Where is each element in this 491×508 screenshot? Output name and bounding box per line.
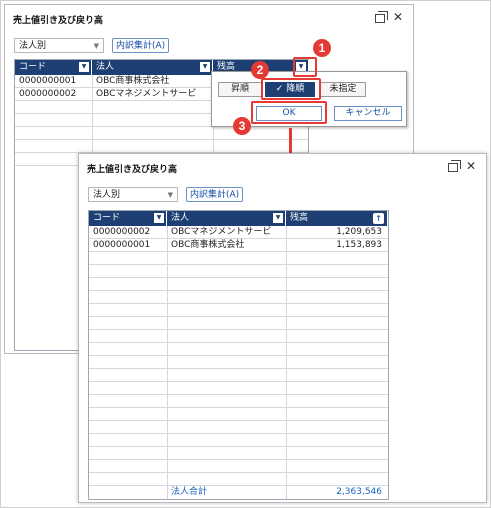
front-panel: 売上値引き及び戻り高 ✕ 法人別 ▼ 内訳集計(A) コード ▼ 法人 ▼ 残高… [78, 153, 487, 503]
breakdown-button[interactable]: 内訳集計(A) [112, 38, 170, 53]
column-header-code[interactable]: コード ▼ [15, 60, 92, 75]
table-row [89, 356, 388, 369]
column-header-label: 残高 [290, 213, 309, 223]
restore-icon[interactable] [375, 11, 388, 23]
chevron-down-icon[interactable]: ▼ [79, 62, 89, 72]
column-header-corp[interactable]: 法人 ▼ [167, 211, 286, 226]
cell-code: 0000000001 [93, 240, 151, 250]
sort-ascending-arrow-icon[interactable]: ↑ [373, 213, 384, 224]
close-icon[interactable]: ✕ [466, 160, 476, 172]
step-badge: 3 [233, 117, 251, 135]
table-row [89, 317, 388, 330]
cell-balance: 1,153,893 [336, 240, 382, 250]
group-select-value: 法人別 [93, 190, 121, 200]
column-header-label: 法人 [96, 62, 115, 72]
table-row[interactable]: 0000000001 OBC商事株式会社 1,153,893 [89, 239, 388, 252]
table-row [89, 343, 388, 356]
total-value: 2,363,546 [336, 487, 382, 497]
table-row [89, 473, 388, 486]
table-row [89, 369, 388, 382]
close-icon[interactable]: ✕ [393, 11, 403, 23]
cell-corp: OBCマネジメントサービ [96, 89, 197, 99]
table-row [89, 395, 388, 408]
table-row [89, 408, 388, 421]
cancel-button[interactable]: キャンセル [334, 106, 402, 121]
restore-icon[interactable] [448, 160, 461, 172]
highlight-box [293, 57, 317, 77]
chevron-down-icon: ▼ [167, 191, 173, 199]
cell-corp: OBC商事株式会社 [171, 240, 245, 250]
group-select[interactable]: 法人別 ▼ [88, 187, 178, 202]
cell-corp: OBCマネジメントサービ [171, 227, 272, 237]
front-grid: コード ▼ 法人 ▼ 残高 ↑ 0000000002 OBCマネジメントサービ … [88, 210, 389, 500]
column-header-label: コード [19, 62, 47, 72]
cell-corp: OBC商事株式会社 [96, 76, 170, 86]
sort-asc-button[interactable]: 昇順 [218, 82, 262, 97]
table-row[interactable]: 0000000002 OBCマネジメントサービ 1,209,653 [89, 226, 388, 239]
highlight-box [261, 78, 321, 100]
table-row [89, 330, 388, 343]
cell-code: 0000000002 [19, 89, 77, 99]
step-badge: 1 [313, 39, 331, 57]
highlight-box [251, 101, 327, 124]
step-badge: 2 [251, 61, 269, 79]
chevron-down-icon[interactable]: ▼ [154, 213, 164, 223]
cell-code: 0000000002 [93, 227, 151, 237]
chevron-down-icon: ▼ [93, 42, 99, 50]
sort-none-button[interactable]: 未指定 [320, 82, 366, 97]
table-row [15, 140, 308, 153]
table-row [89, 252, 388, 265]
group-select[interactable]: 法人別 ▼ [14, 38, 104, 53]
panel-title: 売上値引き及び戻り高 [13, 16, 104, 26]
breakdown-button[interactable]: 内訳集計(A) [186, 187, 244, 202]
table-row [89, 278, 388, 291]
table-row [89, 447, 388, 460]
column-header-balance[interactable]: 残高 ↑ [286, 211, 388, 226]
panel-title: 売上値引き及び戻り高 [87, 165, 178, 175]
table-row [89, 382, 388, 395]
chevron-down-icon[interactable]: ▼ [200, 62, 210, 72]
column-header-code[interactable]: コード ▼ [89, 211, 167, 226]
table-row [89, 304, 388, 317]
table-row [89, 291, 388, 304]
table-row [15, 127, 308, 140]
chevron-down-icon[interactable]: ▼ [273, 213, 283, 223]
cell-balance: 1,209,653 [336, 227, 382, 237]
group-select-value: 法人別 [19, 41, 47, 51]
table-row [89, 460, 388, 473]
column-header-label: コード [93, 213, 121, 223]
table-row [89, 434, 388, 447]
table-row [89, 265, 388, 278]
table-row [89, 421, 388, 434]
total-row: 法人合計 2,363,546 [89, 486, 388, 499]
column-header-corp[interactable]: 法人 ▼ [92, 60, 213, 75]
total-label: 法人合計 [171, 487, 208, 497]
column-header-label: 法人 [171, 213, 190, 223]
cell-code: 0000000001 [19, 76, 77, 86]
